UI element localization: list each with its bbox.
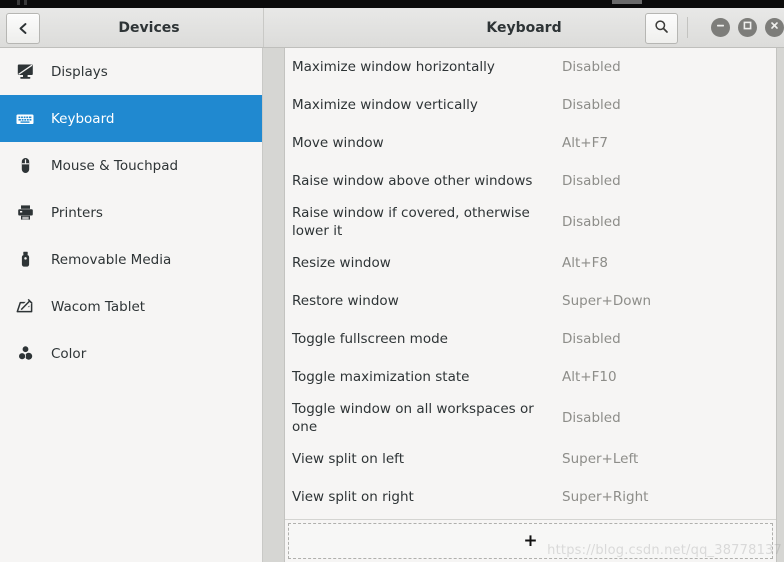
mouse-icon [14,155,36,177]
sidebar: Displays Keyboard Mouse & Touchpad Print… [0,48,263,562]
shortcut-value: Alt+F7 [562,135,608,151]
sidebar-header: Devices [0,8,264,47]
sidebar-item-label: Color [51,345,87,362]
shortcut-value: Disabled [562,173,621,189]
shortcut-value: Disabled [562,410,621,426]
window-controls [711,8,784,47]
table-row[interactable]: Restore window Super+Down [285,282,776,320]
minimize-button[interactable] [711,18,730,37]
sidebar-item-label: Wacom Tablet [51,298,146,315]
shortcut-name: Raise window if covered, otherwise lower… [292,205,530,239]
display-icon [14,61,36,83]
shortcut-value: Super+Left [562,451,639,467]
sidebar-item-printers[interactable]: Printers [0,189,262,236]
sidebar-title: Devices [118,19,180,36]
table-row[interactable]: Toggle fullscreen mode Disabled [285,320,776,358]
sidebar-item-wacom-tablet[interactable]: Wacom Tablet [0,283,262,330]
page-title: Keyboard [486,19,562,36]
sidebar-item-removable-media[interactable]: Removable Media [0,236,262,283]
table-row[interactable]: Maximize window horizontally Disabled [285,48,776,86]
shortcut-value: Disabled [562,214,621,230]
table-row[interactable]: Maximize window vertically Disabled [285,86,776,124]
color-icon [14,343,36,365]
table-row[interactable]: Raise window above other windows Disable… [285,162,776,200]
sidebar-item-label: Removable Media [51,251,172,268]
sidebar-item-keyboard[interactable]: Keyboard [0,95,262,142]
shortcut-value: Disabled [562,331,621,347]
back-button[interactable] [6,13,40,44]
usb-drive-icon [14,249,36,271]
sidebar-item-label: Printers [51,204,103,221]
header-separator [687,17,688,38]
system-top-panel [0,0,784,8]
shortcut-name: Toggle fullscreen mode [292,331,448,347]
maximize-icon [742,20,753,35]
search-icon [654,19,669,38]
table-row[interactable]: Raise window if covered, otherwise lower… [285,200,776,244]
sidebar-item-color[interactable]: Color [0,330,262,377]
shortcut-name: Maximize window horizontally [292,59,495,75]
shortcut-value: Disabled [562,59,621,75]
close-icon [769,20,780,35]
close-button[interactable] [765,18,784,37]
shortcut-value: Super+Down [562,293,652,309]
shortcut-name: Maximize window vertically [292,97,478,113]
shortcuts-panel: Maximize window horizontally Disabled Ma… [284,48,777,562]
search-button[interactable] [645,13,678,44]
settings-window: Devices Keyboard Displays Keyboard Mouse… [0,8,784,562]
top-panel-glyph [24,0,27,5]
table-row[interactable]: Toggle maximization state Alt+F10 [285,358,776,396]
table-row[interactable]: Toggle window on all workspaces or one D… [285,396,776,440]
shortcut-name: View split on right [292,489,414,505]
shortcut-name: Resize window [292,255,391,271]
sidebar-item-label: Mouse & Touchpad [51,157,179,174]
shortcut-name: Raise window above other windows [292,173,533,189]
shortcut-name: View split on left [292,451,404,467]
panel-gutter [264,48,284,562]
window-body: Displays Keyboard Mouse & Touchpad Print… [0,48,784,562]
maximize-button[interactable] [738,18,757,37]
table-row[interactable]: View split on left Super+Left [285,440,776,478]
panel-header: Keyboard [264,8,784,47]
top-panel-glyph [17,0,20,5]
table-row[interactable]: Move window Alt+F7 [285,124,776,162]
shortcut-value: Alt+F8 [562,255,608,271]
shortcuts-list[interactable]: Maximize window horizontally Disabled Ma… [285,48,776,519]
shortcut-value: Alt+F10 [562,369,617,385]
sidebar-item-mouse-touchpad[interactable]: Mouse & Touchpad [0,142,262,189]
chevron-left-icon [18,22,29,35]
top-panel-indicator [612,0,642,4]
table-row[interactable]: Resize window Alt+F8 [285,244,776,282]
shortcut-name: Move window [292,135,384,151]
minimize-icon [715,20,726,35]
header-bar: Devices Keyboard [0,8,784,48]
shortcut-name: Restore window [292,293,399,309]
shortcut-name: Toggle maximization state [292,369,470,385]
shortcut-value: Disabled [562,97,621,113]
shortcut-value: Super+Right [562,489,649,505]
sidebar-item-label: Keyboard [51,110,115,127]
add-shortcut-area: + [285,519,776,562]
printer-icon [14,202,36,224]
wacom-tablet-icon [14,296,36,318]
shortcut-name: Toggle window on all workspaces or one [292,401,534,435]
keyboard-icon [14,108,36,130]
sidebar-item-label: Displays [51,63,108,80]
add-shortcut-button[interactable]: + [288,523,773,559]
sidebar-item-displays[interactable]: Displays [0,48,262,95]
table-row[interactable]: View split on right Super+Right [285,478,776,516]
